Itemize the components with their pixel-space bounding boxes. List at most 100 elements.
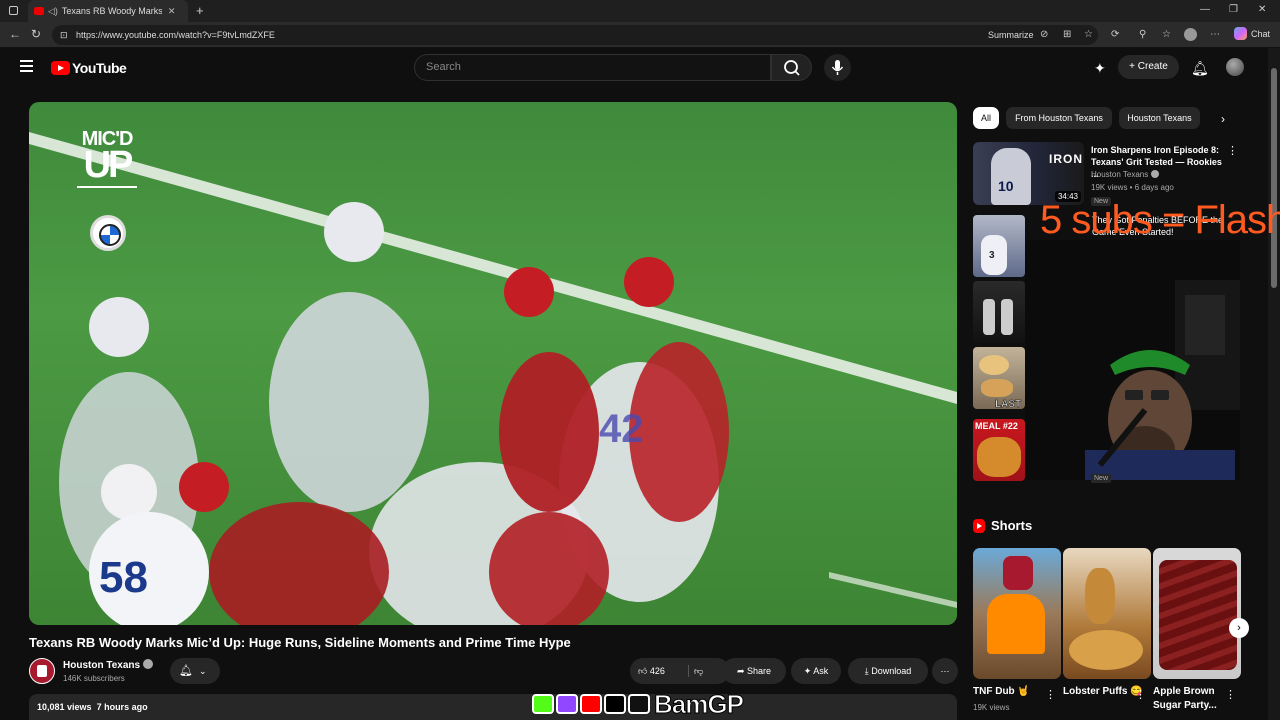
chip-houston-texans[interactable]: Houston Texans (1119, 107, 1200, 129)
create-button[interactable]: + Create (1118, 55, 1179, 79)
youtube-logo[interactable]: YouTube (51, 60, 127, 76)
recommended-stats: 19K views • 6 days ago (1091, 183, 1174, 192)
more-actions-button[interactable]: ⋯ (932, 658, 958, 684)
close-tab-icon[interactable]: ✕ (168, 6, 176, 17)
verified-icon (1151, 170, 1160, 178)
more-options-icon[interactable]: ⋯ (1210, 29, 1220, 40)
extension-icon[interactable]: ⟳ (1111, 29, 1119, 40)
svg-text:58: 58 (99, 553, 148, 602)
like-dislike-group: 👍︎ 426 👎︎ (630, 658, 730, 684)
recommended-channel: Houston Texans (1091, 170, 1160, 179)
search-input[interactable]: Search (414, 54, 771, 81)
shorts-next-chevron-icon[interactable]: › (1229, 618, 1249, 638)
twitch-icon (556, 694, 578, 714)
extensions-puzzle-icon[interactable]: ⚲ (1139, 29, 1146, 40)
micd-up-logo: MIC'D UP (77, 129, 137, 192)
short-views: 19K views (973, 703, 1010, 712)
ask-label: Ask (813, 666, 829, 676)
video-thumbnail[interactable]: 3 (973, 215, 1025, 277)
more-vertical-icon[interactable]: ⋮ (1227, 144, 1238, 157)
chat-label: Chat (1251, 28, 1271, 39)
video-description-box[interactable]: 10,081 views 7 hours ago (29, 694, 957, 720)
football-field-scene: 58 42 (29, 132, 957, 625)
thumbnail-text: MEAL #22 (975, 421, 1018, 431)
microphone-icon (831, 60, 844, 75)
speaker-icon[interactable]: ◁) (48, 6, 58, 17)
download-button[interactable]: ⤓ Download (848, 658, 928, 684)
chips-next-chevron-icon[interactable]: › (1221, 112, 1225, 126)
lock-icon: ⊡ (60, 30, 68, 40)
copilot-chat-button[interactable]: Chat (1234, 27, 1270, 40)
video-thumbnail[interactable]: LAST (973, 347, 1025, 409)
scrollbar-thumb[interactable] (1271, 68, 1277, 288)
youtube-icon (580, 694, 602, 714)
read-aloud-icon[interactable]: ⊘ (1040, 29, 1048, 40)
video-thumbnail[interactable]: MEAL #22 (973, 419, 1025, 481)
voice-search-button[interactable] (824, 54, 851, 81)
maximize-icon[interactable]: ❐ (1229, 4, 1238, 15)
back-icon[interactable]: ← (9, 27, 21, 41)
youtube-logo-text: YouTube (72, 60, 127, 76)
short-thumbnail[interactable] (1063, 548, 1151, 679)
shorts-icon (973, 518, 985, 533)
streamer-name: BamGP (654, 688, 745, 719)
dislike-button[interactable]: 👎︎ (694, 658, 703, 684)
youtube-favicon-icon (34, 7, 44, 15)
verified-icon (143, 659, 154, 669)
search-button[interactable] (771, 54, 812, 81)
view-count: 10,081 views (37, 702, 92, 712)
premium-icon[interactable]: ✦ (1094, 60, 1106, 77)
short-title: Lobster Puffs 😋 (1063, 686, 1143, 697)
minimize-icon[interactable]: — (1200, 4, 1210, 15)
profile-icon[interactable] (1184, 28, 1197, 41)
chevron-down-icon: ⌄ (198, 666, 207, 676)
shorts-heading-text: Shorts (991, 518, 1033, 533)
tiktok-icon (628, 694, 650, 714)
favorites-icon[interactable]: ☆ (1162, 29, 1171, 40)
more-vertical-icon[interactable]: ⋮ (1045, 688, 1056, 701)
hamburger-menu-icon[interactable] (20, 60, 33, 75)
subscribe-notification-button[interactable]: 🔔︎ ⌄ (170, 658, 220, 684)
short-thumbnail[interactable] (1153, 548, 1241, 679)
channel-avatar[interactable] (29, 658, 55, 684)
copilot-icon (1234, 27, 1247, 40)
new-badge: New (1091, 474, 1112, 483)
close-window-icon[interactable]: ✕ (1258, 4, 1266, 15)
channel-name[interactable]: Houston Texans (63, 659, 154, 671)
bmw-logo (90, 215, 126, 251)
new-tab-button[interactable]: + (196, 3, 204, 18)
video-thumbnail[interactable] (973, 281, 1025, 343)
address-bar-row: ← ↻ ⊡ https://www.youtube.com/watch?v=F9… (0, 22, 1280, 48)
ask-button[interactable]: ✦ Ask (791, 658, 841, 684)
chip-all[interactable]: All (973, 107, 999, 129)
video-player[interactable]: 58 42 MIC'D UP (29, 102, 957, 625)
svg-text:42: 42 (599, 407, 644, 451)
kick-icon (532, 694, 554, 714)
page-scrollbar[interactable] (1268, 48, 1280, 720)
micd-up-bottom-text: UP (83, 144, 134, 186)
youtube-header: YouTube Search ✦ + Create 🔔︎ (0, 48, 1268, 88)
browser-tab-bar: ◁) Texans RB Woody Marks Mic ✕ + — ❐ ✕ (0, 0, 1280, 22)
more-vertical-icon[interactable]: ⋮ (1225, 688, 1236, 701)
download-label: Download (871, 666, 912, 676)
more-vertical-icon[interactable]: ⋮ (1135, 688, 1146, 701)
apps-icon[interactable]: ⊞ (1063, 29, 1071, 40)
notifications-bell-icon[interactable]: 🔔︎ (1191, 60, 1209, 77)
share-icon: ➦ (736, 666, 747, 676)
video-title: Texans RB Woody Marks Mic’d Up: Huge Run… (29, 635, 571, 650)
share-button[interactable]: ➦ Share (722, 658, 786, 684)
favorite-star-icon[interactable]: ☆ (1084, 29, 1093, 40)
short-thumbnail[interactable] (973, 548, 1061, 679)
streamer-social-bar: BamGP (532, 688, 745, 719)
refresh-icon[interactable]: ↻ (31, 27, 41, 41)
url-field[interactable]: ⊡ https://www.youtube.com/watch?v=F9tvLm… (52, 25, 1098, 45)
video-thumbnail[interactable]: 10 IRON 34:43 (973, 142, 1084, 205)
thumbnail-text: IRON (1049, 152, 1083, 166)
summarize-button[interactable]: Summarize (988, 30, 1034, 40)
like-button[interactable]: 👍︎ 426 (638, 658, 665, 684)
browser-menu-icon[interactable] (9, 6, 18, 15)
chip-from-houston-texans[interactable]: From Houston Texans (1006, 107, 1112, 129)
browser-tab[interactable]: ◁) Texans RB Woody Marks Mic ✕ (28, 0, 188, 22)
user-avatar[interactable] (1226, 58, 1244, 76)
x-icon (604, 694, 626, 714)
